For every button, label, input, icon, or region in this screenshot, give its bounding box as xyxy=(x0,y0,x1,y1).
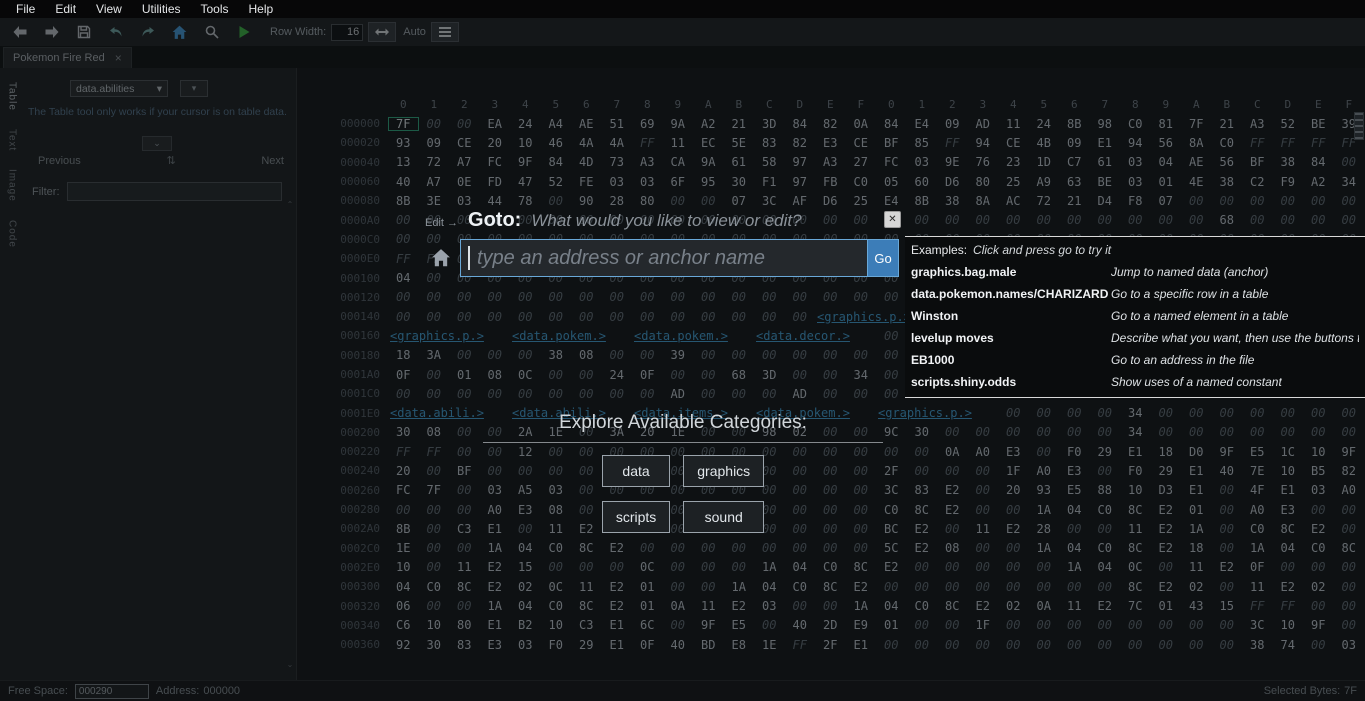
category-data-button[interactable]: data xyxy=(602,455,670,487)
menu-tools[interactable]: Tools xyxy=(191,0,239,18)
goto-example-name: scripts.shiny.odds xyxy=(911,375,1111,389)
category-scripts-button[interactable]: scripts xyxy=(602,501,670,533)
goto-example-desc: Go to a specific row in a table xyxy=(1111,287,1268,301)
goto-prompt: What would you like to view or edit? xyxy=(531,211,801,231)
go-button[interactable]: Go xyxy=(868,239,899,277)
goto-example-row[interactable]: data.pokemon.names/CHARIZARDGo to a spec… xyxy=(905,283,1365,305)
categories-title: Explore Available Categories: xyxy=(483,412,883,443)
categories-grid: data graphics scripts sound xyxy=(602,455,764,533)
goto-example-desc: Describe what you want, then use the but… xyxy=(1111,331,1359,345)
menu-file[interactable]: File xyxy=(6,0,45,18)
menu-edit[interactable]: Edit xyxy=(45,0,86,18)
goto-title: Goto: xyxy=(468,209,521,232)
examples-hint: Click and press go to try it xyxy=(973,243,1111,257)
goto-example-desc: Jump to named data (anchor) xyxy=(1111,265,1268,279)
goto-example-row[interactable]: graphics.bag.maleJump to named data (anc… xyxy=(905,261,1365,283)
menu-view[interactable]: View xyxy=(86,0,132,18)
examples-label: Examples: xyxy=(911,243,967,257)
goto-input[interactable] xyxy=(460,239,868,277)
goto-example-row[interactable]: WinstonGo to a named element in a table xyxy=(905,305,1365,327)
goto-example-row[interactable]: levelup movesDescribe what you want, the… xyxy=(905,327,1365,349)
edit-mode-label: Edit → xyxy=(425,217,458,229)
goto-example-name: graphics.bag.male xyxy=(911,265,1111,279)
goto-example-desc: Go to a named element in a table xyxy=(1111,309,1288,323)
goto-example-desc: Go to an address in the file xyxy=(1111,353,1254,367)
menu-help[interactable]: Help xyxy=(239,0,284,18)
close-icon[interactable]: ✕ xyxy=(884,211,901,228)
goto-examples-panel: Examples: Click and press go to try it g… xyxy=(905,236,1365,398)
goto-overlay: Edit → Goto: What would you like to view… xyxy=(0,0,1365,701)
goto-example-name: EB1000 xyxy=(911,353,1111,367)
categories-section: Explore Available Categories: data graphi… xyxy=(483,412,883,533)
menu-utilities[interactable]: Utilities xyxy=(132,0,191,18)
goto-example-name: Winston xyxy=(911,309,1111,323)
home-icon xyxy=(430,247,452,269)
category-sound-button[interactable]: sound xyxy=(683,501,764,533)
goto-example-name: data.pokemon.names/CHARIZARD xyxy=(911,287,1111,301)
goto-example-desc: Show uses of a named constant xyxy=(1111,375,1282,389)
goto-example-row[interactable]: scripts.shiny.oddsShow uses of a named c… xyxy=(905,371,1365,393)
goto-example-name: levelup moves xyxy=(911,331,1111,345)
menu-bar: FileEditViewUtilitiesToolsHelp xyxy=(0,0,1365,18)
goto-example-row[interactable]: EB1000Go to an address in the file xyxy=(905,349,1365,371)
category-graphics-button[interactable]: graphics xyxy=(683,455,764,487)
